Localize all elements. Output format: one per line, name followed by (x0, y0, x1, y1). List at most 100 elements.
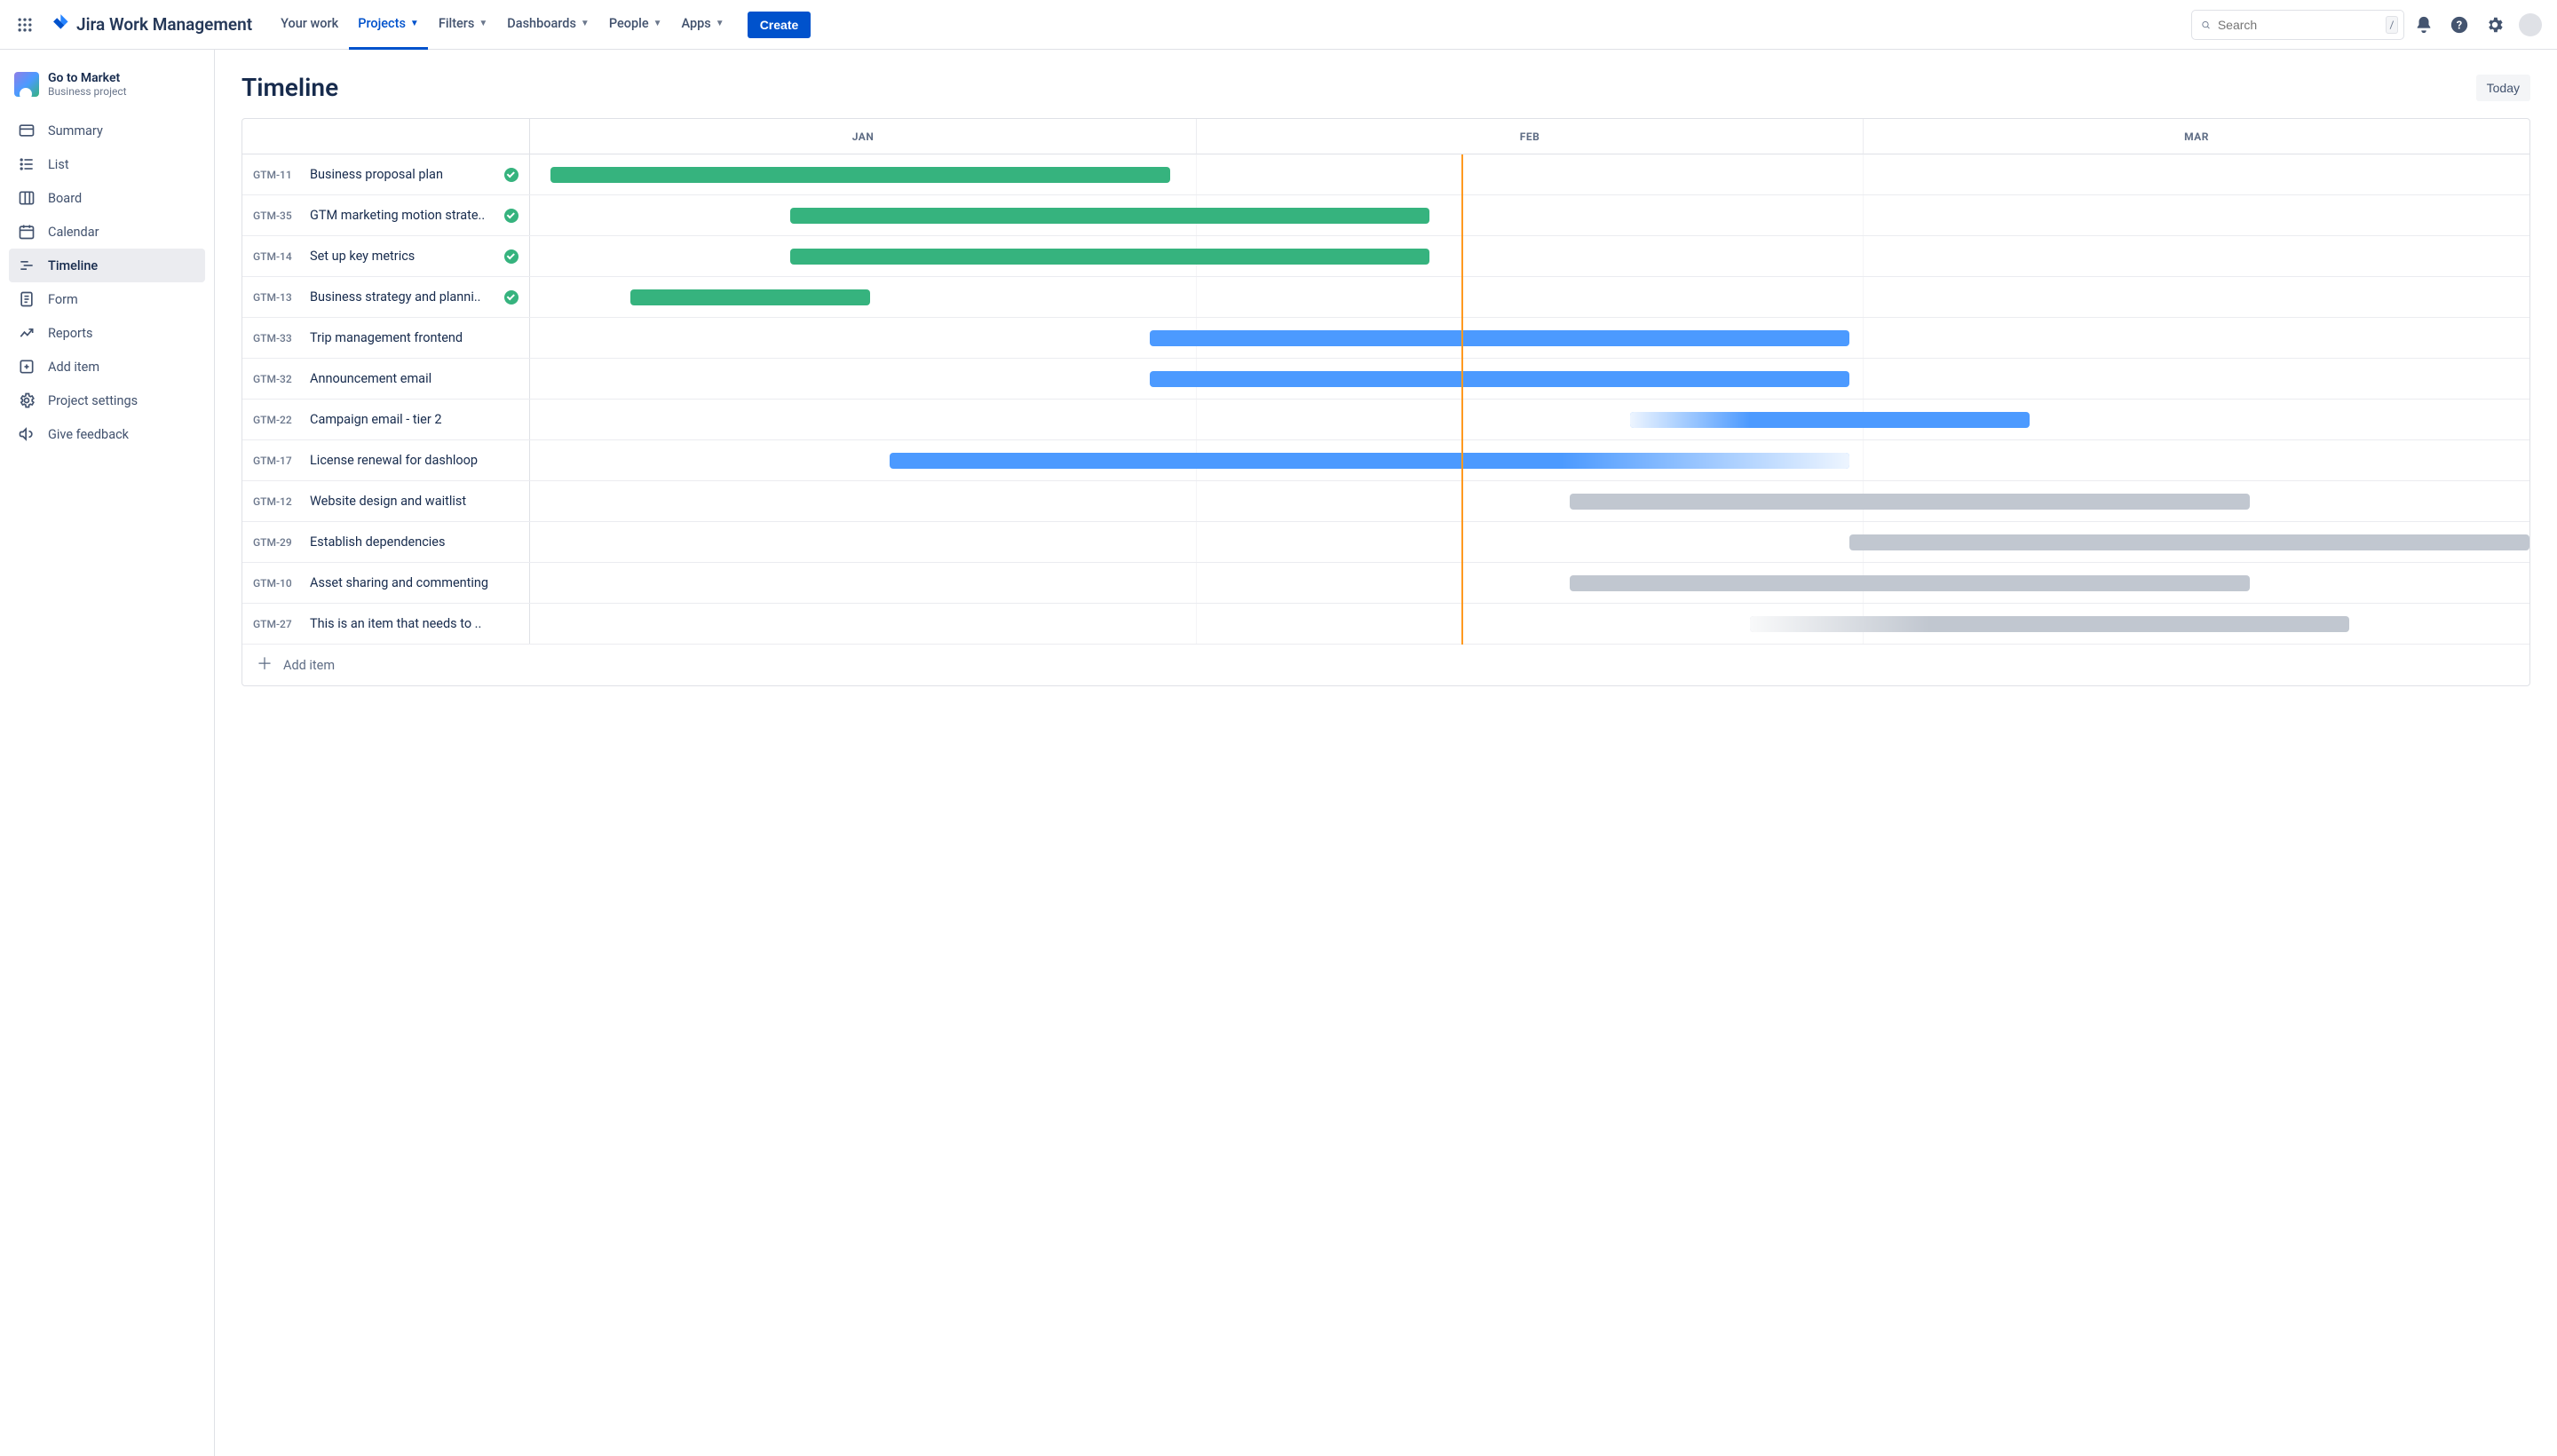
timeline-row-label-cell[interactable]: GTM-29 Establish dependencies (242, 522, 530, 562)
add-item-row[interactable]: ＋ Add item (242, 645, 2529, 685)
timeline-row-chart-cell[interactable] (530, 563, 2529, 603)
timeline-row-label-cell[interactable]: GTM-22 Campaign email - tier 2 (242, 400, 530, 439)
timeline-row-chart-cell[interactable] (530, 604, 2529, 644)
profile-avatar[interactable] (2514, 9, 2546, 41)
timeline-row[interactable]: GTM-27 This is an item that needs to .. (242, 604, 2529, 645)
timeline-row-chart-cell[interactable] (530, 236, 2529, 276)
timeline-bar[interactable] (1849, 534, 2529, 550)
timeline-bar[interactable] (550, 167, 1170, 183)
brand-logo[interactable]: Jira Work Management (43, 12, 261, 36)
timeline-bar[interactable] (1570, 494, 2250, 510)
help-icon[interactable]: ? (2443, 9, 2475, 41)
issue-key[interactable]: GTM-32 (253, 373, 301, 385)
timeline-row[interactable]: GTM-29 Establish dependencies (242, 522, 2529, 563)
issue-summary[interactable]: Business strategy and planni.. (310, 289, 495, 305)
issue-key[interactable]: GTM-12 (253, 495, 301, 508)
timeline-row[interactable]: GTM-10 Asset sharing and commenting (242, 563, 2529, 604)
timeline-row-chart-cell[interactable] (530, 359, 2529, 399)
timeline-row-chart-cell[interactable] (530, 318, 2529, 358)
issue-summary[interactable]: Trip management frontend (310, 330, 519, 345)
app-switcher-icon[interactable] (11, 11, 39, 39)
issue-key[interactable]: GTM-10 (253, 577, 301, 590)
timeline-row-chart-cell[interactable] (530, 195, 2529, 235)
timeline-row-label-cell[interactable]: GTM-27 This is an item that needs to .. (242, 604, 530, 644)
settings-icon[interactable] (2479, 9, 2511, 41)
issue-summary[interactable]: Business proposal plan (310, 167, 495, 182)
timeline-row[interactable]: GTM-35 GTM marketing motion strate.. (242, 195, 2529, 236)
sidebar-item-settings[interactable]: Project settings (9, 384, 205, 417)
nav-apps[interactable]: Apps▼ (673, 0, 733, 50)
nav-dashboards[interactable]: Dashboards▼ (498, 0, 598, 50)
sidebar-item-reports[interactable]: Reports (9, 316, 205, 350)
sidebar-item-summary[interactable]: Summary (9, 114, 205, 147)
sidebar-item-board[interactable]: Board (9, 181, 205, 215)
timeline-bar[interactable] (790, 249, 1430, 265)
issue-key[interactable]: GTM-13 (253, 291, 301, 304)
issue-key[interactable]: GTM-17 (253, 455, 301, 467)
timeline-row-chart-cell[interactable] (530, 277, 2529, 317)
global-search[interactable]: / (2191, 10, 2404, 40)
timeline-row-label-cell[interactable]: GTM-32 Announcement email (242, 359, 530, 399)
sidebar-item-form[interactable]: Form (9, 282, 205, 316)
nav-people[interactable]: People▼ (600, 0, 671, 50)
timeline-row-chart-cell[interactable] (530, 522, 2529, 562)
issue-key[interactable]: GTM-14 (253, 250, 301, 263)
issue-summary[interactable]: Campaign email - tier 2 (310, 412, 519, 427)
issue-summary[interactable]: Announcement email (310, 371, 519, 386)
today-button[interactable]: Today (2476, 75, 2530, 101)
issue-key[interactable]: GTM-22 (253, 414, 301, 426)
timeline-row[interactable]: GTM-33 Trip management frontend (242, 318, 2529, 359)
timeline-row-label-cell[interactable]: GTM-12 Website design and waitlist (242, 481, 530, 521)
timeline-row-label-cell[interactable]: GTM-33 Trip management frontend (242, 318, 530, 358)
timeline-row[interactable]: GTM-13 Business strategy and planni.. (242, 277, 2529, 318)
timeline-bar[interactable] (790, 208, 1430, 224)
timeline-bar[interactable] (630, 289, 870, 305)
timeline-row[interactable]: GTM-32 Announcement email (242, 359, 2529, 400)
timeline-row-chart-cell[interactable] (530, 154, 2529, 194)
timeline-row-label-cell[interactable]: GTM-35 GTM marketing motion strate.. (242, 195, 530, 235)
create-button[interactable]: Create (748, 12, 811, 38)
timeline-row-chart-cell[interactable] (530, 400, 2529, 439)
issue-key[interactable]: GTM-33 (253, 332, 301, 344)
notifications-icon[interactable] (2408, 9, 2440, 41)
timeline-row-label-cell[interactable]: GTM-13 Business strategy and planni.. (242, 277, 530, 317)
timeline-bar[interactable] (890, 453, 1849, 469)
sidebar-item-timeline[interactable]: Timeline (9, 249, 205, 282)
timeline-row-chart-cell[interactable] (530, 481, 2529, 521)
timeline-row-label-cell[interactable]: GTM-14 Set up key metrics (242, 236, 530, 276)
timeline-row[interactable]: GTM-12 Website design and waitlist (242, 481, 2529, 522)
timeline-bar[interactable] (1150, 371, 1849, 387)
timeline-row[interactable]: GTM-14 Set up key metrics (242, 236, 2529, 277)
timeline-bar[interactable] (1750, 616, 2350, 632)
sidebar-item-list[interactable]: List (9, 147, 205, 181)
timeline-row[interactable]: GTM-22 Campaign email - tier 2 (242, 400, 2529, 440)
issue-key[interactable]: GTM-27 (253, 618, 301, 630)
nav-your-work[interactable]: Your work (272, 0, 347, 50)
issue-summary[interactable]: License renewal for dashloop (310, 453, 519, 468)
nav-projects[interactable]: Projects▼ (349, 0, 428, 50)
timeline-row[interactable]: GTM-11 Business proposal plan (242, 154, 2529, 195)
issue-summary[interactable]: Website design and waitlist (310, 494, 519, 509)
issue-summary[interactable]: This is an item that needs to .. (310, 616, 519, 631)
timeline-row-label-cell[interactable]: GTM-10 Asset sharing and commenting (242, 563, 530, 603)
sidebar-item-calendar[interactable]: Calendar (9, 215, 205, 249)
sidebar-item-add[interactable]: Add item (9, 350, 205, 384)
issue-summary[interactable]: Set up key metrics (310, 249, 495, 264)
issue-summary[interactable]: Asset sharing and commenting (310, 575, 519, 590)
nav-filters[interactable]: Filters▼ (430, 0, 496, 50)
timeline-bar[interactable] (1570, 575, 2250, 591)
issue-key[interactable]: GTM-11 (253, 169, 301, 181)
issue-summary[interactable]: GTM marketing motion strate.. (310, 208, 495, 223)
timeline-bar[interactable] (1150, 330, 1849, 346)
issue-key[interactable]: GTM-29 (253, 536, 301, 549)
issue-summary[interactable]: Establish dependencies (310, 534, 519, 550)
project-header[interactable]: Go to Market Business project (9, 67, 205, 114)
sidebar-item-feedback[interactable]: Give feedback (9, 417, 205, 451)
timeline-bar[interactable] (1630, 412, 2030, 428)
search-input[interactable] (2218, 18, 2379, 32)
timeline-row-chart-cell[interactable] (530, 440, 2529, 480)
issue-key[interactable]: GTM-35 (253, 210, 301, 222)
timeline-row-label-cell[interactable]: GTM-17 License renewal for dashloop (242, 440, 530, 480)
timeline-row-label-cell[interactable]: GTM-11 Business proposal plan (242, 154, 530, 194)
timeline-row[interactable]: GTM-17 License renewal for dashloop (242, 440, 2529, 481)
